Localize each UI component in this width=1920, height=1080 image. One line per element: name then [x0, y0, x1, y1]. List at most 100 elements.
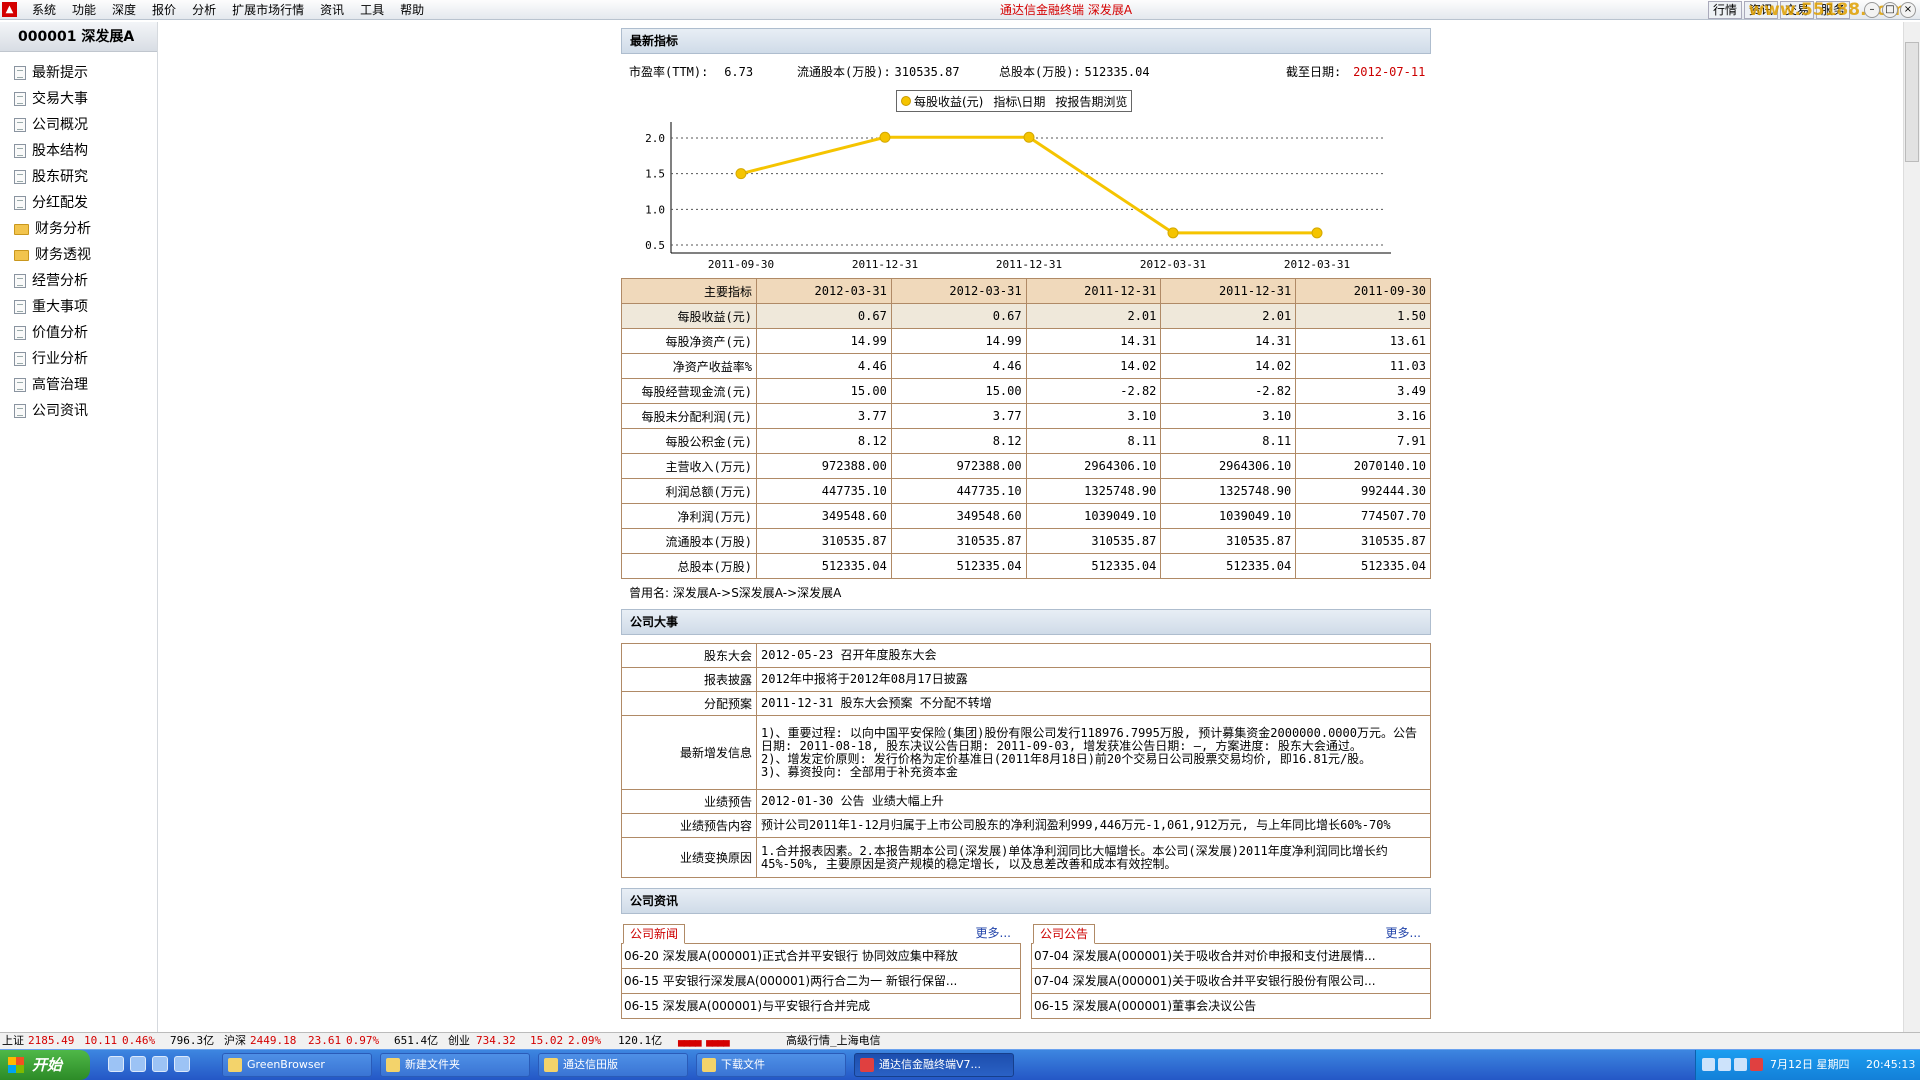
menu-system[interactable]: 系统 [24, 0, 64, 20]
sidebar-item-label: 重大事项 [32, 299, 88, 315]
float-shares-value: 310535.87 [894, 64, 960, 79]
sidebar-item-label: 财务分析 [35, 221, 91, 237]
news-item[interactable]: 06-20 深发展A(000001)正式合并平安银行 协同效应集中释放 [621, 944, 1021, 969]
sidebar-item[interactable]: 价值分析 [0, 320, 157, 346]
sidebar-item[interactable]: 分红配发 [0, 190, 157, 216]
row-label: 每股经营现金流(元) [621, 378, 757, 404]
event-value: 2012年中报将于2012年08月17日披露 [756, 667, 1431, 692]
table-cell: 310535.87 [1295, 528, 1431, 554]
column-header[interactable]: 2011-12-31 [1025, 278, 1162, 304]
table-cell: 512335.04 [1295, 553, 1431, 579]
app-window: ▲ 系统 功能 深度 报价 分析 扩展市场行情 资讯 工具 帮助 通达信金融终端… [0, 0, 1920, 1080]
table-row[interactable]: 每股未分配利润(元) 3.77 3.77 3.10 3.10 3.16 [621, 403, 1431, 429]
top-button-market[interactable]: 行情 [1707, 1, 1742, 19]
tray-app-icon[interactable] [1718, 1058, 1731, 1071]
menu-function[interactable]: 功能 [64, 0, 104, 20]
sh-index-pct: 0.46% [122, 1034, 156, 1047]
tab-company-notice[interactable]: 公司公告 [1033, 924, 1096, 944]
sidebar-item[interactable]: 经营分析 [0, 268, 157, 294]
company-notice-column: 公司公告 更多... 07-04 深发展A(000001)关于吸收合并对价申报和… [1031, 922, 1431, 1019]
row-label: 每股未分配利润(元) [621, 403, 757, 429]
sidebar-item[interactable]: 高管治理 [0, 372, 157, 398]
sidebar-item[interactable]: 公司资讯 [0, 398, 157, 424]
table-cell: 1325748.90 [1025, 478, 1162, 504]
company-notice-more-link[interactable]: 更多... [1386, 924, 1421, 941]
news-item[interactable]: 07-04 深发展A(000001)关于吸收合并对价申报和支付进展情... [1031, 944, 1431, 969]
cy-index-value[interactable]: 734.32 [476, 1033, 516, 1049]
menu-analysis[interactable]: 分析 [184, 0, 224, 20]
news-item[interactable]: 06-15 深发展A(000001)董事会决议公告 [1031, 994, 1431, 1019]
tray-security-icon[interactable] [1750, 1058, 1763, 1071]
news-item[interactable]: 07-04 深发展A(000001)关于吸收合并平安银行股份有限公司... [1031, 969, 1431, 994]
column-header[interactable]: 2012-03-31 [890, 278, 1027, 304]
task-greenbrowser[interactable]: GreenBrowser [222, 1053, 372, 1077]
table-row[interactable]: 每股收益(元) 0.67 0.67 2.01 2.01 1.50 [621, 303, 1431, 329]
table-row[interactable]: 每股净资产(元) 14.99 14.99 14.31 14.31 13.61 [621, 328, 1431, 354]
task-tdx-field[interactable]: 通达信田版 [538, 1053, 688, 1077]
vertical-scrollbar[interactable] [1903, 22, 1920, 1032]
sh-index-value[interactable]: 2185.49 [28, 1033, 74, 1049]
quicklaunch-explorer-icon[interactable] [130, 1056, 146, 1072]
as-of-date: 截至日期: 2012-07-11 [1286, 63, 1425, 80]
table-row[interactable]: 流通股本(万股) 310535.87 310535.87 310535.87 31053… [621, 528, 1431, 554]
quicklaunch-browser-icon[interactable] [174, 1056, 190, 1072]
doc-icon [14, 170, 26, 184]
sidebar-item[interactable]: 重大事项 [0, 294, 157, 320]
restore-icon[interactable]: □ [1882, 2, 1898, 18]
table-row[interactable]: 总股本(万股) 512335.04 512335.04 512335.04 512335… [621, 553, 1431, 579]
sidebar-item[interactable]: 股东研究 [0, 164, 157, 190]
sidebar-item[interactable]: 股本结构 [0, 138, 157, 164]
pe-value: 6.73 [724, 64, 754, 79]
tray-volume-icon[interactable] [1734, 1058, 1747, 1071]
menu-depth[interactable]: 深度 [104, 0, 144, 20]
menu-quote[interactable]: 报价 [144, 0, 184, 20]
start-button[interactable]: 开始 [0, 1050, 90, 1080]
tab-company-news[interactable]: 公司新闻 [623, 924, 686, 944]
hs-index-value[interactable]: 2449.18 [250, 1033, 296, 1049]
table-row[interactable]: 每股公积金(元) 8.12 8.12 8.11 8.11 7.91 [621, 428, 1431, 454]
tray-clock[interactable]: 20:45:13 [1866, 1050, 1915, 1080]
table-row[interactable]: 每股经营现金流(元) 15.00 15.00 -2.82 -2.82 3.49 [621, 378, 1431, 404]
menu-help[interactable]: 帮助 [392, 0, 432, 20]
tray-network-icon[interactable] [1702, 1058, 1715, 1071]
sidebar-item[interactable]: 财务透视 [0, 242, 157, 268]
total-shares-value: 512335.04 [1084, 64, 1150, 79]
scrollbar-thumb[interactable] [1905, 42, 1919, 162]
column-header[interactable]: 2012-03-31 [756, 278, 892, 304]
close-icon[interactable]: × [1900, 2, 1916, 18]
table-cell: 349548.60 [890, 503, 1027, 529]
news-item[interactable]: 06-15 平安银行深发展A(000001)两行合二为一 新银行保留... [621, 969, 1021, 994]
sidebar-item[interactable]: 公司概况 [0, 112, 157, 138]
company-news-more-link[interactable]: 更多... [976, 924, 1011, 941]
menu-extended-market[interactable]: 扩展市场行情 [224, 0, 312, 20]
event-label: 分配预案 [621, 691, 757, 716]
hs-index-change: 23.61 [308, 1034, 342, 1047]
column-header[interactable]: 2011-09-30 [1295, 278, 1431, 304]
sidebar-item[interactable]: 财务分析 [0, 216, 157, 242]
table-cell: 2.01 [1025, 303, 1162, 329]
task-label: GreenBrowser [247, 1058, 325, 1071]
table-row[interactable]: 利润总额(万元) 447735.10 447735.10 1325748.90 1325… [621, 478, 1431, 504]
table-row[interactable]: 净利润(万元) 349548.60 349548.60 1039049.10 10390… [621, 503, 1431, 529]
task-downloads[interactable]: 下载文件 [696, 1053, 846, 1077]
sidebar-item[interactable]: 交易大事 [0, 86, 157, 112]
table-cell: 14.31 [1160, 328, 1297, 354]
doc-icon [14, 274, 26, 288]
quicklaunch-desktop-icon[interactable] [108, 1056, 124, 1072]
menu-tools[interactable]: 工具 [352, 0, 392, 20]
quicklaunch-ie-icon[interactable] [152, 1056, 168, 1072]
column-header[interactable]: 主要指标 [621, 278, 757, 304]
table-row[interactable]: 主营收入(万元) 972388.00 972388.00 2964306.10 2964… [621, 453, 1431, 479]
menu-info[interactable]: 资讯 [312, 0, 352, 20]
news-item[interactable]: 06-15 深发展A(000001)与平安银行合并完成 [621, 994, 1021, 1019]
table-row[interactable]: 净资产收益率% 4.46 4.46 14.02 14.02 11.03 [621, 353, 1431, 379]
column-header[interactable]: 2011-12-31 [1160, 278, 1297, 304]
sidebar-item[interactable]: 行业分析 [0, 346, 157, 372]
task-new-folder[interactable]: 新建文件夹 [380, 1053, 530, 1077]
sidebar-item[interactable]: 最新提示 [0, 60, 157, 86]
task-tdx-terminal[interactable]: 通达信金融终端V7... [854, 1053, 1014, 1077]
tdx-app-icon [860, 1058, 874, 1072]
minimize-icon[interactable]: – [1864, 2, 1880, 18]
table-cell: 512335.04 [1160, 553, 1297, 579]
hs-index-amount: 651.4亿 [394, 1034, 439, 1047]
